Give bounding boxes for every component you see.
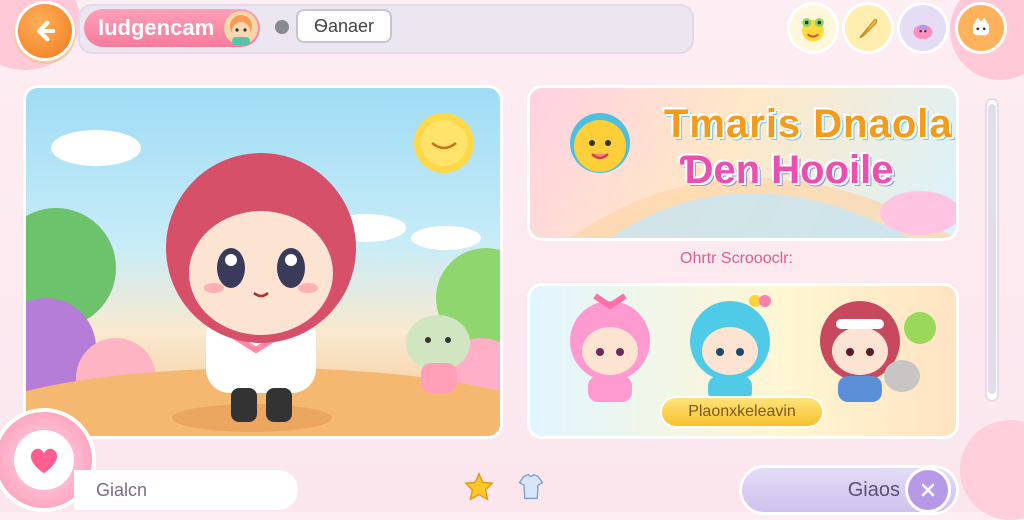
shirt-icon <box>518 473 544 500</box>
top-icon-frog[interactable] <box>790 5 836 51</box>
feather-icon <box>859 19 878 39</box>
event-banner[interactable]: Tmaris Dnaola Ɗen Hooile <box>530 88 956 238</box>
character-select-panel[interactable]: Plaonxkeleavin <box>530 286 956 436</box>
character-name-label: Plaonxkeleavin <box>662 398 822 426</box>
banner-title-line2: Ɗen Hooile <box>680 148 894 192</box>
corner-cloud-bottom-right <box>960 420 1024 520</box>
scrollbar[interactable] <box>985 98 999 402</box>
bottom-icon-star[interactable] <box>462 470 496 504</box>
bottom-left-field[interactable]: Gialcn <box>74 470 298 510</box>
banner-title-line1: Tmaris Dnaola <box>664 102 953 146</box>
close-icon <box>921 483 935 497</box>
scroll-thumb[interactable] <box>988 104 996 394</box>
bottom-right-label: Giaos <box>847 478 900 501</box>
crown-icon <box>973 17 989 36</box>
title-pill[interactable]: Iudgencam <box>84 9 260 47</box>
page-title: Iudgencam <box>98 15 215 40</box>
top-icon-feather[interactable] <box>845 5 891 51</box>
close-button[interactable] <box>908 470 948 510</box>
back-button[interactable] <box>18 4 72 58</box>
top-icon-bag[interactable] <box>900 5 946 51</box>
bottom-icon-shirt[interactable] <box>514 470 548 504</box>
hero-illustration <box>26 113 500 436</box>
bag-icon <box>913 24 933 40</box>
frog-icon <box>802 18 824 42</box>
heart-icon <box>30 448 58 474</box>
search-icon <box>275 20 289 34</box>
top-icon-crown[interactable] <box>958 5 1004 51</box>
search-input[interactable] <box>296 9 392 43</box>
star-icon <box>464 472 494 501</box>
back-arrow-icon <box>37 20 56 42</box>
section-label: Ohrtr Scroooclr: <box>680 250 793 267</box>
avatar <box>224 11 258 45</box>
bottom-left-label: Gialcn <box>96 479 148 500</box>
heart-button[interactable] <box>14 430 74 490</box>
hero-scene <box>26 88 500 436</box>
